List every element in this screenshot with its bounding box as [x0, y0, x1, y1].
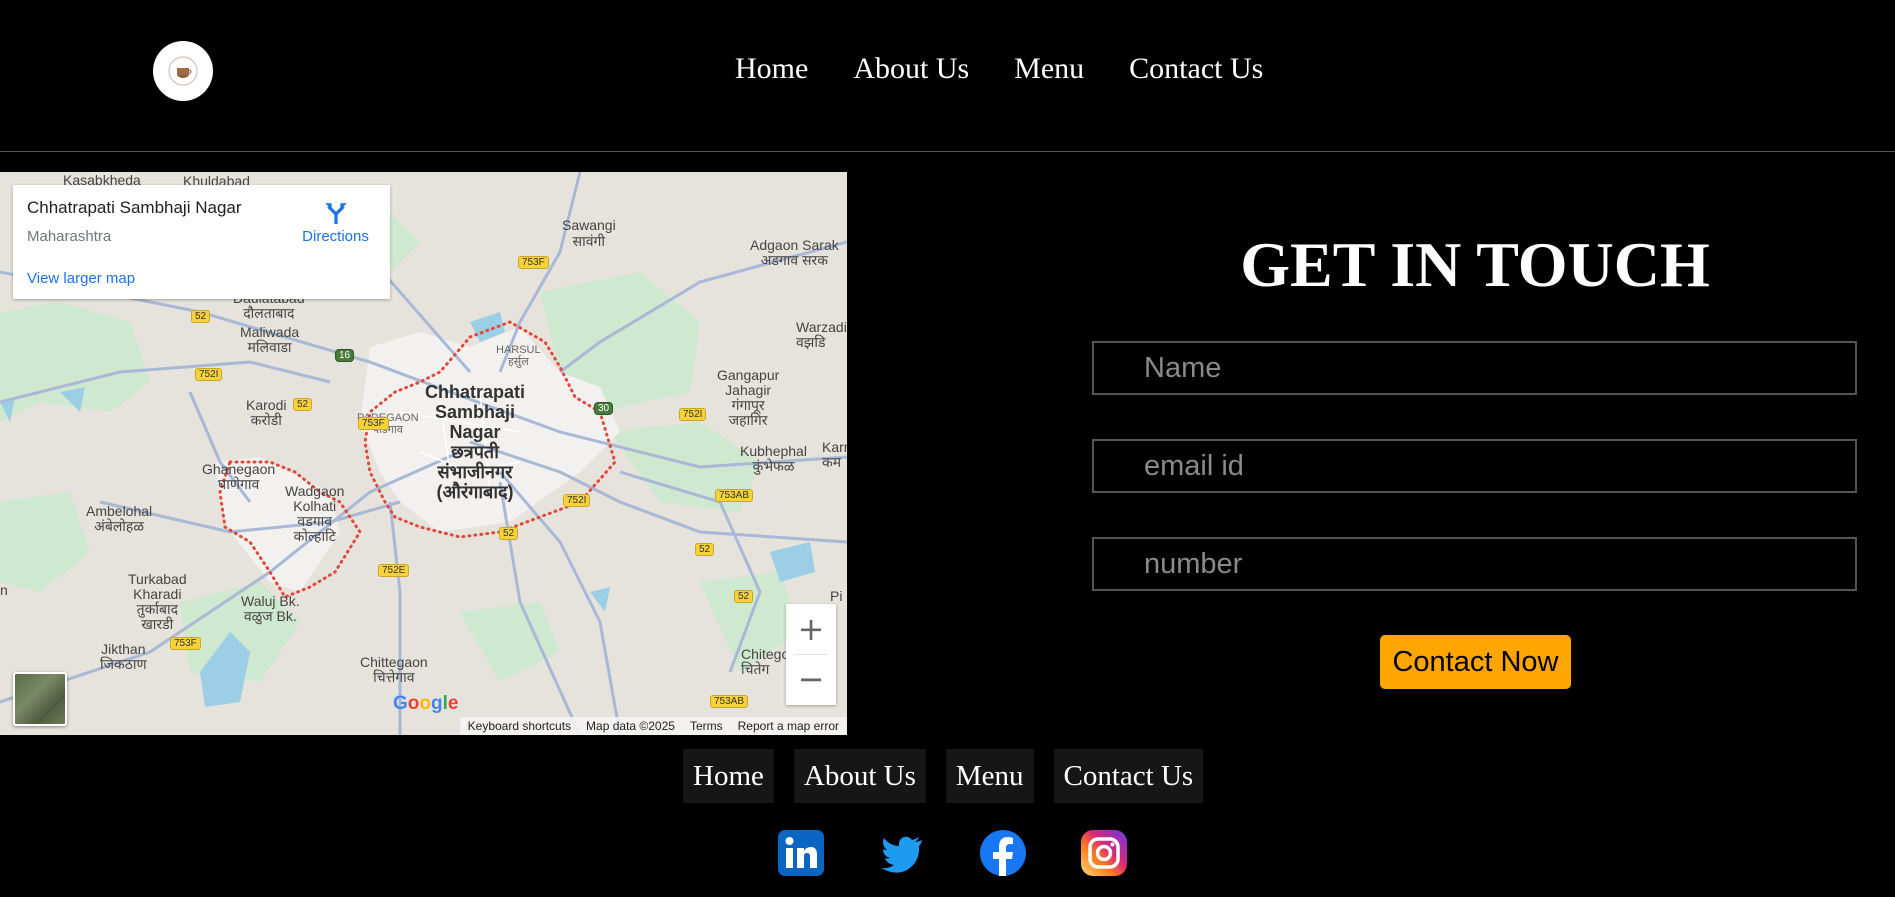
- map-label-harsul: HARSUL हर्सुल: [496, 344, 541, 368]
- get-in-touch-heading: GET IN TOUCH: [1240, 229, 1710, 300]
- shield-752i: 752I: [195, 368, 223, 381]
- google-logo: Google: [393, 693, 459, 714]
- terms-link[interactable]: Terms: [690, 719, 723, 733]
- map-label-adgaon: Adgaon Sarak अडगाव सरक: [750, 237, 839, 268]
- site-header: Home About Us Menu Contact Us: [0, 0, 1895, 152]
- shield-52: 52: [191, 310, 211, 323]
- directions-label: Directions: [302, 228, 369, 245]
- shield-16: 16: [335, 349, 355, 362]
- directions-icon: [324, 203, 347, 224]
- linkedin-icon[interactable]: [777, 829, 825, 877]
- footer-nav-about-us[interactable]: About Us: [793, 749, 926, 803]
- zoom-divider: [794, 654, 828, 655]
- map-attribution-bar: Keyboard shortcuts Map data ©2025 Terms …: [459, 717, 847, 735]
- shield-753f-b: 753F: [358, 417, 389, 430]
- contact-now-button[interactable]: Contact Now: [1380, 635, 1571, 689]
- map-label-chitego: Chitego चितेग: [741, 646, 790, 677]
- name-field: [1092, 341, 1857, 395]
- shield-30: 30: [594, 402, 614, 415]
- shield-752i-b: 752I: [679, 408, 707, 421]
- email-field: [1092, 439, 1857, 493]
- map-label-ghanegaon: Ghanegaon घाणेगाव: [202, 461, 276, 492]
- social-links: [777, 829, 1128, 877]
- view-larger-map-link[interactable]: View larger map: [27, 270, 135, 287]
- coffee-cup-icon: [168, 56, 198, 86]
- map-label-city: Chhatrapati Sambhaji Nagar छत्रपती संभाजीनगर…: [425, 382, 526, 502]
- map-label-sawangi: Sawangi सावंगी: [562, 217, 616, 249]
- satellite-layer-toggle[interactable]: [13, 672, 67, 726]
- map-label-warzadi: Warzadi वझडि: [796, 319, 847, 350]
- number-input[interactable]: [1094, 539, 1855, 589]
- zoom-out-button[interactable]: −: [786, 654, 836, 704]
- shield-52-d: 52: [695, 543, 715, 556]
- keyboard-shortcuts-link[interactable]: Keyboard shortcuts: [468, 719, 571, 733]
- nav-about-us[interactable]: About Us: [853, 52, 969, 86]
- zoom-in-button[interactable]: +: [786, 604, 836, 654]
- footer-nav: Home About Us Menu Contact Us: [683, 749, 1204, 803]
- nav-home[interactable]: Home: [735, 52, 808, 86]
- footer-nav-home[interactable]: Home: [683, 749, 774, 803]
- map-label-n: n: [0, 582, 8, 598]
- map-label-maliwada: Maliwada मलिवाडा: [240, 324, 300, 355]
- map-label-ambelohal: Ambelohal अंबेलोहळ: [86, 503, 153, 534]
- number-field: [1092, 537, 1857, 591]
- zoom-control: + −: [786, 604, 836, 705]
- map-label-kubhephal: Kubhephal कुंभेफळ: [740, 443, 807, 474]
- map-place-card: Chhatrapati Sambhaji Nagar Maharashtra V…: [13, 185, 390, 299]
- nav-contact-us[interactable]: Contact Us: [1129, 52, 1263, 86]
- email-input[interactable]: [1094, 441, 1855, 491]
- report-map-error-link[interactable]: Report a map error: [738, 719, 839, 733]
- map-label-chittegaon: Chittegaon चित्तेगाव: [360, 654, 428, 685]
- shield-753ab: 753AB: [715, 489, 754, 502]
- instagram-icon[interactable]: [1080, 829, 1128, 877]
- directions-button[interactable]: Directions: [298, 200, 373, 245]
- map-label-jikthan: Jikthan जिकठाण: [100, 641, 147, 672]
- map-place-name: Chhatrapati Sambhaji Nagar: [27, 198, 242, 217]
- map-label-karm: Karr कम: [822, 439, 847, 470]
- map-label-wadgaon: Wadgaon Kolhati वडगाव कोल्हाटि: [285, 483, 345, 544]
- shield-753f-c: 753F: [170, 637, 201, 650]
- footer-nav-contact-us[interactable]: Contact Us: [1053, 749, 1204, 803]
- embedded-map[interactable]: Kasabkheda Khuldabad Sawangi सावंगी Adgao…: [0, 172, 847, 735]
- shield-52-e: 52: [734, 590, 754, 603]
- shield-52-b: 52: [293, 398, 313, 411]
- map-label-karodi: Karodi करोडी: [246, 397, 287, 428]
- main-nav: Home About Us Menu Contact Us: [735, 52, 1308, 86]
- map-label-waluj: Waluj Bk. वळुज Bk.: [241, 593, 300, 624]
- shield-752e: 752E: [378, 564, 410, 577]
- map-data-text: Map data ©2025: [586, 719, 675, 733]
- shield-752i-c: 752I: [563, 494, 591, 507]
- map-label-gangapur: Gangapur Jahagir गंगापूर जहागिर: [717, 367, 780, 428]
- footer-nav-menu[interactable]: Menu: [945, 749, 1034, 803]
- cafe-logo[interactable]: [153, 41, 213, 101]
- facebook-icon[interactable]: [979, 829, 1027, 877]
- map-label-turkabad: Turkabad Kharadi तुर्काबाद खारडी: [128, 571, 187, 632]
- twitter-icon[interactable]: [878, 829, 926, 877]
- nav-menu[interactable]: Menu: [1014, 52, 1084, 86]
- map-label-pi: Pi: [830, 588, 843, 604]
- shield-52-c: 52: [499, 527, 519, 540]
- shield-753f: 753F: [518, 256, 549, 269]
- name-input[interactable]: [1094, 343, 1855, 393]
- map-place-region: Maharashtra: [27, 228, 112, 245]
- shield-753ab-b: 753AB: [710, 695, 749, 708]
